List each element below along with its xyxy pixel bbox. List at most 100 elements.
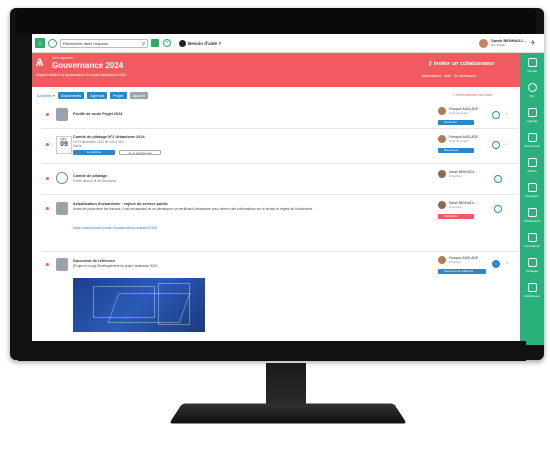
user-block[interactable]: Sarah BENHADJ... en ligne [491, 38, 526, 48]
blueprint-frame [158, 283, 190, 325]
type-badge: Événement [438, 148, 474, 153]
type-badge: Document de référence [438, 269, 486, 274]
share-icon [527, 258, 537, 267]
monitor-stand-base [169, 403, 407, 424]
sidebar-label: Agenda [526, 119, 538, 123]
post-subtitle: [Projet en cours] Développement du proje… [73, 264, 157, 268]
tasks-icon [527, 158, 537, 167]
feed-item[interactable]: Comité de pilotage Publié dans le fil de… [42, 164, 518, 195]
feed-item[interactable]: Document de référence [Projet en cours] … [42, 252, 518, 336]
project-button[interactable]: Projet [110, 91, 127, 99]
search-icon[interactable]: ⚲ [142, 41, 145, 46]
user-avatar[interactable] [479, 38, 489, 48]
comment-icon[interactable]: ◦ [494, 205, 502, 213]
sidebar-item-accueil[interactable]: Accueil [520, 53, 544, 78]
chat-icon [527, 83, 537, 92]
feed-item[interactable]: DÉC. 09 Comité de pilotage N°2 Urbanisme… [42, 129, 518, 164]
unread-dot [46, 207, 49, 210]
sidebar-label: Statistiques [524, 294, 540, 298]
post-link[interactable]: https://www.service-public.fr/particulie… [73, 226, 157, 230]
edit-icon [527, 183, 537, 192]
unread-dot [46, 113, 49, 116]
activity-feed: Feuille de route Projet 2024 François AN… [42, 102, 518, 336]
sidebar-item-fils[interactable]: Fils [520, 78, 544, 103]
sidebar-label: Tâches [527, 169, 537, 173]
space-header: Ѧ Mes espaces / Gouvernance 2024 Espace … [32, 53, 520, 87]
comment-count: 3 [506, 261, 508, 265]
top-bar: ⌂ Recherche dans l'espace ⚲ + Besoin d'a… [32, 34, 544, 53]
agenda-button[interactable]: Agenda [87, 91, 108, 99]
document-icon [56, 258, 68, 271]
sidebar-item-partages[interactable]: Partages [520, 253, 544, 278]
documents-button[interactable]: Documents [58, 91, 85, 99]
pen-icon [527, 208, 537, 217]
type-badge: Publication [438, 214, 474, 219]
document-icon [527, 133, 537, 142]
page-subtitle: Espace dédié à la gouvernance du projet … [36, 73, 127, 77]
document-icon [56, 108, 68, 121]
comment-icon[interactable]: ◦ [492, 141, 500, 149]
sidebar-item-statistiques[interactable]: Statistiques [520, 278, 544, 303]
author-avatar [438, 107, 446, 115]
unread-notifications[interactable]: 7 informations non lues [453, 93, 492, 97]
post-title[interactable]: Comité de pilotage N°2 Urbanisme 2024 [73, 135, 145, 139]
author-avatar [438, 135, 446, 143]
author-role: Chef de projet [449, 139, 468, 143]
comment-icon[interactable]: ◦ [492, 260, 500, 268]
grid-icon[interactable] [151, 39, 159, 47]
sidebar-item-publications[interactable]: Publications [520, 203, 544, 228]
feed-item[interactable]: Feuille de route Projet 2024 François AN… [42, 102, 518, 129]
decline-button[interactable]: Je ne participe pas [119, 150, 161, 155]
event-location: Mairie [73, 144, 82, 148]
plus-icon[interactable]: + [163, 39, 171, 47]
post-subtitle: Publié dans le fil de discussion [73, 179, 117, 183]
document-preview-image[interactable] [73, 278, 205, 332]
sidebar-item-taches[interactable]: Tâches [520, 153, 544, 178]
post-title[interactable]: Feuille de route Projet 2024 [73, 112, 122, 116]
home-icon[interactable]: ⌂ [35, 38, 45, 48]
sidebar-label: Accueil [527, 69, 537, 73]
search-input[interactable]: Recherche dans l'espace ⚲ [60, 38, 148, 48]
add-button[interactable]: Ajouter [129, 91, 149, 99]
home-icon [527, 58, 537, 67]
breadcrumb[interactable]: Mes espaces / [52, 56, 75, 60]
feed-item[interactable]: Actualisation d'urbanisme : enjeux du se… [42, 195, 518, 252]
participate-button[interactable]: Je participe [73, 150, 115, 155]
sidebar-label: Formulaires [524, 244, 540, 248]
post-title[interactable]: Actualisation d'urbanisme : enjeux du se… [73, 202, 168, 206]
sidebar-item-agenda[interactable]: Agenda [520, 103, 544, 128]
pin-icon[interactable]: ✈ [530, 39, 538, 47]
comment-count: 2 [506, 142, 508, 146]
invite-label: Inviter un collaborateur [433, 61, 495, 67]
invite-collaborator-button[interactable]: ⚷ Inviter un collaborateur [428, 61, 495, 67]
author-avatar [438, 256, 446, 264]
author-role: Directeur [449, 260, 462, 264]
stats-icon [527, 283, 537, 292]
header-options[interactable]: Informations · Aide · Se désinscrire [422, 74, 476, 78]
monitor-stand-neck [266, 363, 306, 408]
author-avatar [438, 170, 446, 178]
sidebar-label: Documents [524, 144, 540, 148]
unread-dot [46, 263, 49, 266]
activities-filter[interactable]: Activités ▾ [37, 93, 55, 98]
post-title[interactable]: Comité de pilotage [73, 174, 107, 178]
toolbar: Activités ▾ Documents Agenda Projet Ajou… [32, 89, 520, 101]
comment-count: 1 [506, 112, 508, 116]
author-role: Directrice [449, 174, 462, 178]
comment-icon[interactable]: ◦ [494, 175, 502, 183]
post-body: Avant de poursuivre les travaux, il est … [73, 207, 314, 211]
sidebar-item-sondages[interactable]: Sondages [520, 178, 544, 203]
sidebar-item-formulaires[interactable]: Formulaires [520, 228, 544, 253]
unread-dot [46, 177, 49, 180]
user-status: en ligne [491, 42, 506, 47]
author-role: Chef de projet [449, 111, 468, 115]
help-icon[interactable] [179, 39, 186, 47]
sidebar-label: Partages [525, 269, 538, 273]
help-link[interactable]: Besoin d'aide ? [188, 41, 221, 46]
unread-dot [46, 143, 49, 146]
post-title[interactable]: Document de référence [73, 259, 115, 263]
sidebar-item-documents[interactable]: Documents [520, 128, 544, 153]
globe-icon[interactable] [48, 38, 57, 48]
comment-icon[interactable]: ◦ [492, 111, 500, 119]
type-badge: Document [438, 120, 474, 125]
